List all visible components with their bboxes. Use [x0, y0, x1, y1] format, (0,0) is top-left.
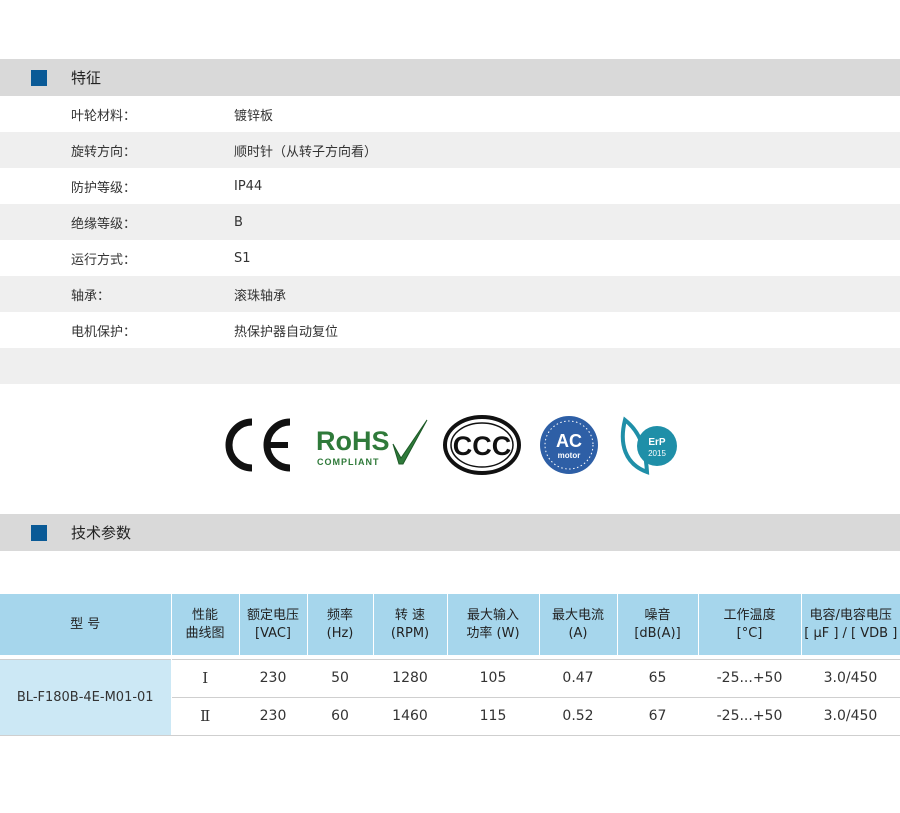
feature-label: 防护等级： [71, 180, 137, 196]
feature-label: 绝缘等级： [71, 216, 137, 232]
header-voltage: 额定电压 [VAC] [239, 594, 308, 655]
ac-sub-text: motor [558, 451, 581, 460]
feature-label: 旋转方向： [71, 144, 137, 160]
feature-value: S1 [234, 250, 251, 266]
ce-mark-icon [225, 418, 291, 472]
feature-row: 轴承： 滚珠轴承 [0, 276, 900, 312]
feature-row: 运行方式： S1 [0, 240, 900, 276]
erp-leaf-icon: ErP 2015 [620, 416, 677, 475]
header-frequency: 频率 (Hz) [307, 594, 374, 655]
features-title: 特征 [71, 69, 102, 87]
feature-label: 叶轮材料： [71, 108, 137, 124]
certification-logos: RoHS COMPLIANT CCC AC motor ErP 2015 [0, 414, 900, 476]
tech-title: 技术参数 [71, 524, 132, 542]
temperature-cell: -25...+50 [698, 658, 801, 698]
feature-row-empty [0, 348, 900, 384]
features-list: 叶轮材料： 镀锌板 旋转方向： 顺时针（从转子方向看） 防护等级： IP44 绝… [0, 96, 900, 384]
model-cell: BL-F180B-4E-M01-01 [0, 658, 172, 736]
feature-value: 镀锌板 [234, 108, 274, 124]
rohs-compliant-icon: RoHS COMPLIANT [316, 419, 428, 467]
header-temperature: 工作温度 [°C] [698, 594, 802, 655]
voltage-cell: 230 [239, 697, 307, 736]
curve-cell: Ⅰ [171, 658, 239, 698]
feature-value: 滚珠轴承 [234, 288, 287, 304]
erp-year-text: 2015 [648, 449, 666, 458]
ac-motor-icon: AC motor [540, 416, 598, 474]
header-speed: 转 速 (RPM) [373, 594, 448, 655]
spec-table: 型 号 性能 曲线图 额定电压 [VAC] 频率 (Hz) 转 速 (RPM) 最大输入… [0, 594, 900, 736]
features-section-header: 特征 [0, 59, 900, 96]
frequency-cell: 60 [307, 697, 373, 736]
rohs-sub-text: COMPLIANT [317, 457, 380, 467]
tech-section-header: 技术参数 [0, 514, 900, 551]
feature-label: 电机保护： [71, 324, 137, 340]
header-power: 最大输入 功率 (W) [447, 594, 540, 655]
noise-cell: 67 [617, 697, 698, 736]
curve-cell: Ⅱ [171, 697, 239, 736]
feature-value: 顺时针（从转子方向看） [234, 144, 378, 160]
header-noise: 噪音 [dB(A)] [617, 594, 699, 655]
feature-row: 旋转方向： 顺时针（从转子方向看） [0, 132, 900, 168]
current-cell: 0.47 [539, 658, 617, 698]
feature-label: 轴承： [71, 288, 111, 304]
power-cell: 105 [447, 658, 539, 698]
noise-cell: 65 [617, 658, 698, 698]
feature-row: 叶轮材料： 镀锌板 [0, 96, 900, 132]
header-curve: 性能 曲线图 [171, 594, 240, 655]
capacitor-cell: 3.0/450 [801, 697, 900, 736]
feature-value: IP44 [234, 178, 263, 194]
feature-row: 电机保护： 热保护器自动复位 [0, 312, 900, 348]
feature-row: 防护等级： IP44 [0, 168, 900, 204]
current-cell: 0.52 [539, 697, 617, 736]
power-cell: 115 [447, 697, 539, 736]
speed-cell: 1460 [373, 697, 447, 736]
header-model: 型 号 [0, 594, 172, 655]
section-square-icon [31, 69, 47, 86]
temperature-cell: -25...+50 [698, 697, 801, 736]
capacitor-cell: 3.0/450 [801, 658, 900, 698]
erp-text: ErP [648, 437, 666, 448]
table-header-row: 型 号 性能 曲线图 额定电压 [VAC] 频率 (Hz) 转 速 (RPM) 最大输入… [0, 594, 900, 655]
feature-label: 运行方式： [71, 252, 137, 268]
feature-value: B [234, 214, 243, 230]
speed-cell: 1280 [373, 658, 447, 698]
feature-value: 热保护器自动复位 [234, 324, 339, 340]
frequency-cell: 50 [307, 658, 373, 698]
voltage-cell: 230 [239, 658, 307, 698]
feature-row: 绝缘等级： B [0, 204, 900, 240]
header-current: 最大电流 (A) [539, 594, 618, 655]
header-capacitor: 电容/电容电压[ μF ] / [ VDB ] [801, 594, 900, 655]
rohs-text: RoHS [316, 426, 390, 456]
ac-text: AC [556, 431, 582, 451]
ccc-mark-icon: CCC [443, 415, 521, 475]
table-row: BL-F180B-4E-M01-01 Ⅰ 230 50 1280 105 0.4… [0, 658, 900, 736]
ccc-text: CCC [453, 431, 512, 461]
section-square-icon [31, 524, 47, 541]
